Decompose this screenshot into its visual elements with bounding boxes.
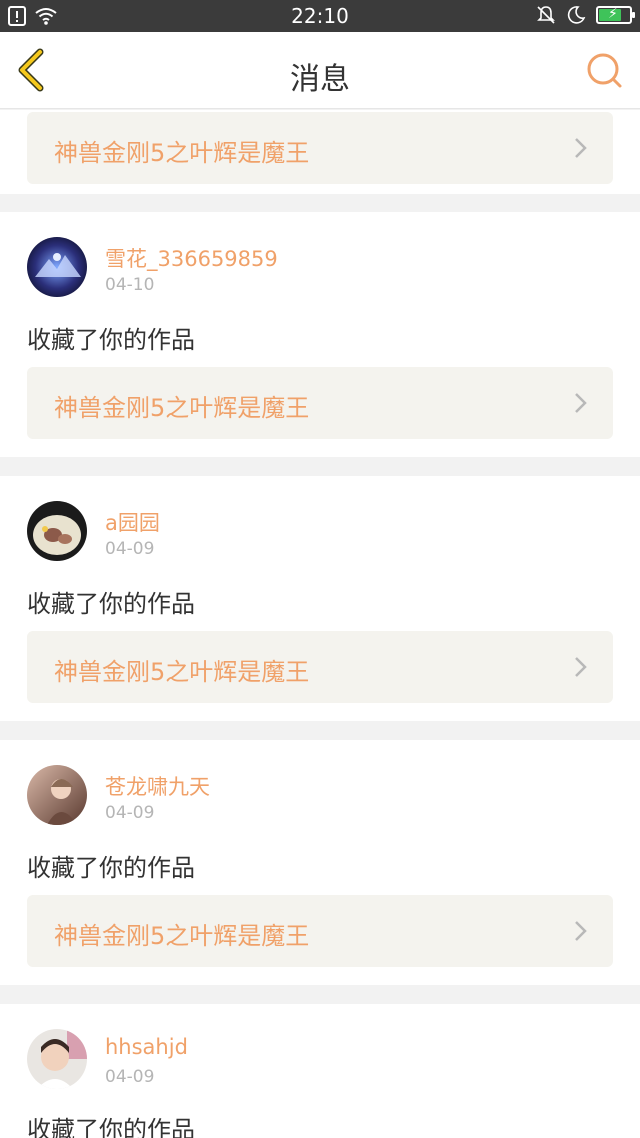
page-title: 消息	[290, 62, 350, 97]
search-icon	[587, 53, 622, 88]
status-bar: 22:10 ⚡	[0, 0, 640, 32]
avatar-image	[27, 501, 87, 561]
work-link[interactable]: 神兽金刚5之叶辉是魔王	[27, 112, 613, 184]
status-right-icons: ⚡	[536, 5, 635, 25]
work-title: 神兽金刚5之叶辉是魔王	[54, 658, 310, 686]
bolt-icon: ⚡	[608, 6, 618, 22]
chevron-right-icon	[575, 393, 587, 413]
chevron-right-icon	[575, 657, 587, 677]
work-title: 神兽金刚5之叶辉是魔王	[54, 922, 310, 950]
work-link[interactable]: 神兽金刚5之叶辉是魔王	[27, 631, 613, 703]
moon-icon	[567, 6, 586, 24]
avatar[interactable]	[27, 765, 87, 825]
action-text: 收藏了你的作品	[27, 590, 195, 618]
work-title: 神兽金刚5之叶辉是魔王	[54, 139, 310, 167]
avatar-image	[27, 765, 87, 825]
action-text: 收藏了你的作品	[27, 326, 195, 354]
battery-charging-icon: ⚡	[596, 6, 635, 24]
post-date: 04-10	[105, 275, 155, 295]
avatar[interactable]	[27, 1029, 87, 1089]
work-link[interactable]: 神兽金刚5之叶辉是魔王	[27, 895, 613, 967]
user-name[interactable]: hhsahjd	[105, 1035, 188, 1059]
action-text: 收藏了你的作品	[27, 1116, 195, 1138]
message-card: 苍龙啸九天 04-09 收藏了你的作品 神兽金刚5之叶辉是魔王	[0, 740, 640, 985]
message-card: a园园 04-09 收藏了你的作品 神兽金刚5之叶辉是魔王	[0, 476, 640, 721]
message-card: 雪花_336659859 04-10 收藏了你的作品 神兽金刚5之叶辉是魔王	[0, 212, 640, 457]
work-link[interactable]: 神兽金刚5之叶辉是魔王	[27, 367, 613, 439]
chevron-right-icon	[575, 138, 587, 158]
avatar[interactable]	[27, 501, 87, 561]
message-card-partial: 神兽金刚5之叶辉是魔王	[0, 110, 640, 194]
app-header: 消息	[0, 32, 640, 109]
avatar-image	[27, 237, 87, 297]
chevron-right-icon	[575, 921, 587, 941]
user-name[interactable]: 苍龙啸九天	[105, 771, 210, 801]
search-button[interactable]	[584, 50, 626, 92]
post-date: 04-09	[105, 1067, 155, 1087]
message-card: hhsahjd 04-09 收藏了你的作品	[0, 1004, 640, 1138]
work-title: 神兽金刚5之叶辉是魔王	[54, 394, 310, 422]
avatar-image	[27, 1029, 87, 1089]
avatar[interactable]	[27, 237, 87, 297]
user-name[interactable]: a园园	[105, 507, 160, 537]
user-name[interactable]: 雪花_336659859	[105, 243, 278, 273]
action-text: 收藏了你的作品	[27, 854, 195, 882]
post-date: 04-09	[105, 539, 155, 559]
post-date: 04-09	[105, 803, 155, 823]
mute-icon	[537, 6, 555, 24]
